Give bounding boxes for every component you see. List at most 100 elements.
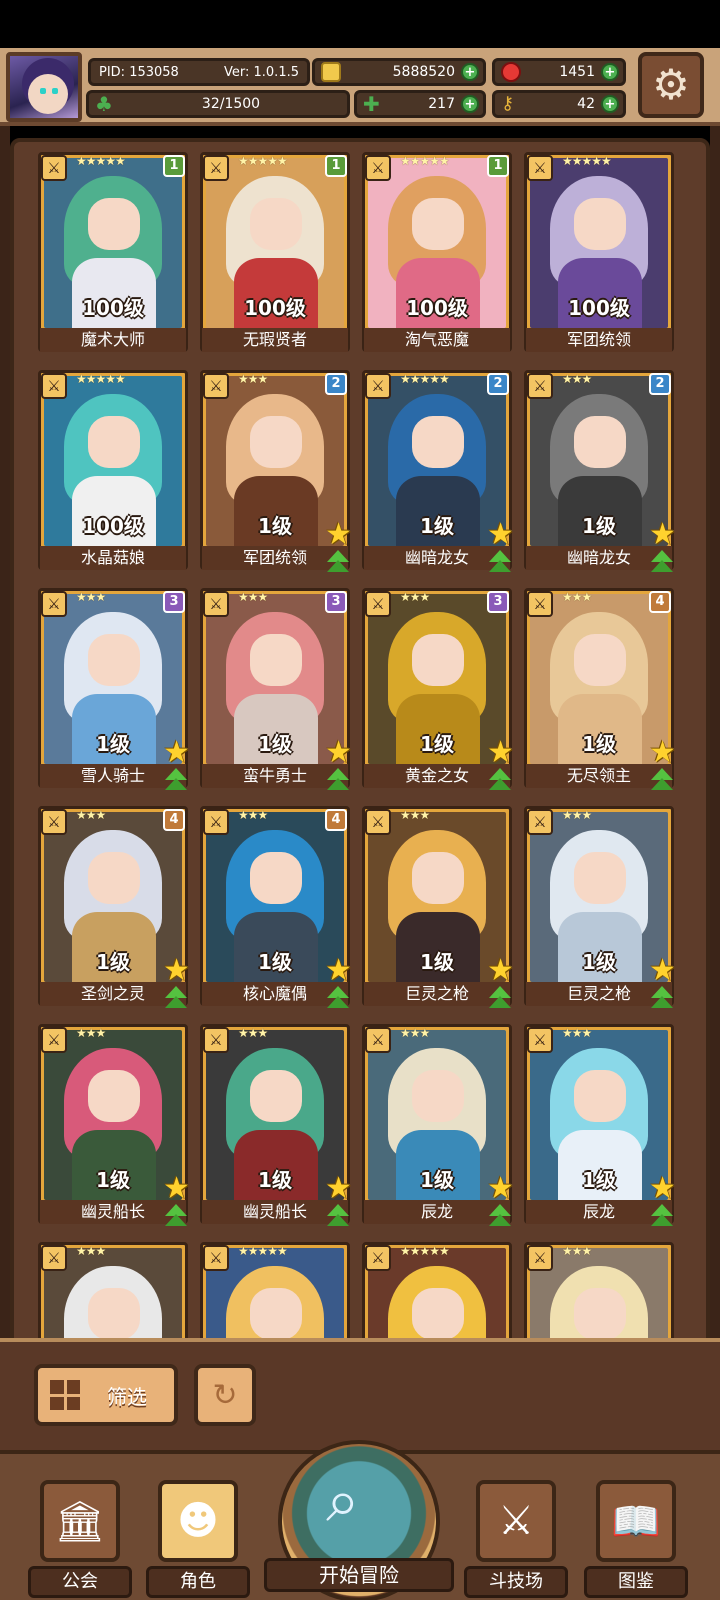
star-rating: ★★★ — [76, 1244, 106, 1258]
star-upgrade-icon: ★ — [487, 1171, 514, 1206]
hero-card[interactable]: ⚔ ★★★★★ 1 100级 淘气恶魔 — [362, 152, 512, 356]
hero-card[interactable]: ⚔ ★★★★★ — [362, 1242, 512, 1344]
level-up-arrow-icon — [486, 986, 514, 1012]
exp-clover-icon: ♣ — [95, 92, 113, 116]
refresh-icon: ↻ — [212, 1377, 238, 1413]
filter-button[interactable]: 筛选 — [34, 1364, 178, 1426]
refresh-button[interactable]: ↻ — [194, 1364, 256, 1426]
hero-card[interactable]: ⚔ ★★★ 4 1级 核心魔偶 ★ — [200, 806, 352, 1012]
portrait-face — [250, 634, 302, 686]
clover-icon: ✚ — [363, 92, 380, 116]
portrait-face — [574, 1070, 626, 1122]
hero-card[interactable]: ⚔ ★★★ 1级 辰龙 ★ — [362, 1024, 514, 1228]
hero-card[interactable]: ⚔ ★★★ 2 1级 幽暗龙女 ★ — [524, 370, 676, 574]
hero-card[interactable]: ⚔ ★★★ 1级 巨灵之枪 ★ — [524, 806, 676, 1012]
class-icon: ⚔ — [365, 155, 391, 181]
avatar-face — [28, 74, 68, 114]
hero-card[interactable]: ⚔ ★★★ 4 1级 圣剑之灵 ★ — [38, 806, 190, 1010]
level-up-arrow-icon — [486, 768, 514, 794]
star-rating: ★★★★★ — [562, 154, 612, 168]
star-rating: ★★★ — [238, 590, 268, 604]
class-icon: ⚔ — [365, 373, 391, 399]
rank-badge: 1 — [325, 155, 347, 177]
hero-card[interactable]: ⚔ ★★★ 1级 巨灵之枪 ★ — [362, 806, 514, 1012]
add-gems-icon[interactable]: + — [601, 63, 619, 81]
nav-codex[interactable]: 📖 图鉴 — [584, 1480, 688, 1600]
level-up-arrow-icon — [324, 986, 352, 1012]
hero-name: 无瑕贤者 — [202, 328, 348, 352]
hero-level: 100级 — [406, 296, 468, 320]
level-up-arrow-icon — [648, 1204, 676, 1230]
hero-card[interactable]: ⚔ ★★★ 1级 幽灵船长 ★ — [38, 1024, 190, 1228]
portrait-face — [574, 852, 626, 904]
star-rating: ★★★ — [76, 590, 106, 604]
star-rating: ★★★★★ — [76, 372, 126, 386]
star-rating: ★★★★★ — [76, 154, 126, 168]
hero-card[interactable]: ⚔ ★★★★★ 2 1级 幽暗龙女 ★ — [362, 370, 514, 574]
portrait-face — [412, 198, 464, 250]
portrait-face — [250, 1288, 302, 1340]
hero-card[interactable]: ⚔ ★★★ 2 1级 军团统领 ★ — [200, 370, 352, 574]
hero-card[interactable]: ⚔ ★★★★★ 100级 水晶菇娘 — [38, 370, 188, 574]
nav-heroes[interactable]: ☻ 角色 — [146, 1480, 250, 1600]
magnifier-icon: ⌕ — [326, 1466, 360, 1536]
hero-card[interactable]: ⚔ ★★★ 3 1级 雪人骑士 ★ — [38, 588, 190, 792]
class-icon: ⚔ — [527, 1245, 553, 1271]
hero-face-icon: ☻ — [158, 1480, 238, 1562]
nav-guild[interactable]: 🏛 公会 — [28, 1480, 132, 1600]
key-counter: ⚷ 42 + — [492, 90, 626, 118]
portrait-face — [250, 416, 302, 468]
hero-card[interactable]: ⚔ ★★★★★ 1 100级 无瑕贤者 — [200, 152, 350, 356]
left-border — [0, 126, 10, 1386]
hero-card[interactable]: ⚔ ★★★★★ — [200, 1242, 350, 1344]
rank-badge: 2 — [325, 373, 347, 395]
grid-icon — [50, 1380, 80, 1410]
hero-card[interactable]: ⚔ ★★★ 3 1级 蛮牛勇士 ★ — [200, 588, 352, 794]
hero-card[interactable]: ⚔ ★★★ 1级 辰龙 ★ — [524, 1024, 676, 1230]
codex-book-icon: 📖 — [596, 1480, 676, 1562]
add-clovers-icon[interactable]: + — [461, 95, 479, 113]
class-icon: ⚔ — [41, 1245, 67, 1271]
level-up-arrow-icon — [324, 768, 352, 794]
hero-card[interactable]: ⚔ ★★★★★ 1 100级 魔术大师 — [38, 152, 188, 356]
rank-badge: 3 — [163, 591, 185, 613]
class-icon: ⚔ — [203, 373, 229, 399]
level-up-arrow-icon — [648, 768, 676, 794]
add-keys-icon[interactable]: + — [601, 95, 619, 113]
start-adventure-button[interactable]: ⌕ 开始冒险 — [264, 1440, 454, 1600]
add-gold-icon[interactable]: + — [461, 63, 479, 81]
portrait-face — [88, 1070, 140, 1122]
hero-name: 军团统领 — [526, 328, 672, 352]
class-icon: ⚔ — [527, 809, 553, 835]
class-icon: ⚔ — [41, 1027, 67, 1053]
class-icon: ⚔ — [527, 591, 553, 617]
portrait-face — [574, 416, 626, 468]
settings-button[interactable]: ⚙ — [638, 52, 704, 118]
gold-amount: 5888520 — [392, 64, 455, 80]
star-rating: ★★★ — [238, 1026, 268, 1040]
star-upgrade-icon: ★ — [325, 953, 352, 988]
hero-card[interactable]: ⚔ ★★★★★ 100级 军团统领 — [524, 152, 674, 356]
level-up-arrow-icon — [648, 986, 676, 1012]
hero-list-panel[interactable]: ⚔ ★★★★★ 1 100级 魔术大师 ⚔ ★★★★★ 1 100级 无瑕贤者 ⚔ ★★★★★ 1 100… — [10, 138, 710, 1348]
star-rating: ★★★ — [562, 372, 592, 386]
hero-card[interactable]: ⚔ ★★★ — [38, 1242, 188, 1344]
star-upgrade-icon: ★ — [487, 517, 514, 552]
rank-badge: 3 — [325, 591, 347, 613]
star-rating: ★★★ — [400, 590, 430, 604]
hero-card[interactable]: ⚔ ★★★ — [524, 1242, 674, 1344]
nav-guild-label: 公会 — [28, 1566, 132, 1598]
hero-card[interactable]: ⚔ ★★★ 3 1级 黄金之女 ★ — [362, 588, 514, 794]
star-upgrade-icon: ★ — [325, 1171, 352, 1206]
gem-amount: 1451 — [559, 64, 595, 80]
class-icon: ⚔ — [203, 1245, 229, 1271]
avatar-eye — [40, 88, 46, 94]
star-rating: ★★★ — [238, 372, 268, 386]
player-avatar[interactable] — [6, 52, 82, 122]
hero-card[interactable]: ⚔ ★★★ 1级 幽灵船长 ★ — [200, 1024, 352, 1228]
class-icon: ⚔ — [527, 1027, 553, 1053]
nav-arena[interactable]: ⚔ 斗技场 — [464, 1480, 568, 1600]
clover-amount: 217 — [428, 96, 455, 112]
hero-card[interactable]: ⚔ ★★★ 4 1级 无尽领主 ★ — [524, 588, 676, 794]
portrait-face — [412, 1070, 464, 1122]
